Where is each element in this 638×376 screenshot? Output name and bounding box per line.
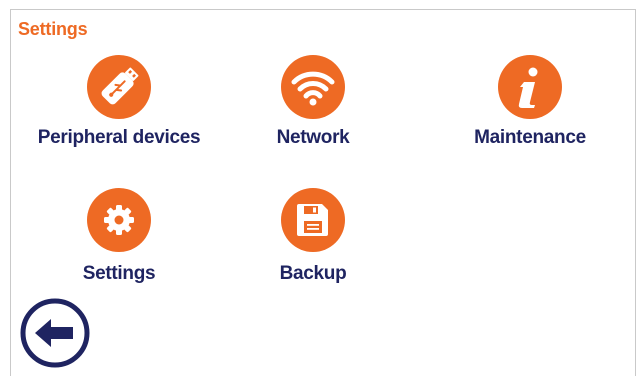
usb-stick-icon	[87, 55, 151, 119]
settings-screen: Settings Peripheral devices Network Main…	[10, 9, 636, 376]
floppy-disk-icon	[281, 188, 345, 252]
wifi-icon	[281, 55, 345, 119]
peripheral-devices-label: Peripheral devices	[37, 127, 201, 148]
maintenance-label: Maintenance	[474, 127, 586, 148]
maintenance-button[interactable]: Maintenance	[430, 55, 630, 165]
network-button[interactable]: Network	[213, 55, 413, 165]
arrow-left-icon	[20, 298, 90, 368]
backup-label: Backup	[279, 263, 347, 284]
settings-button[interactable]: Settings	[19, 188, 219, 298]
info-icon	[498, 55, 562, 119]
peripheral-devices-button[interactable]: Peripheral devices	[19, 55, 219, 165]
backup-button[interactable]: Backup	[213, 188, 413, 298]
gear-icon	[87, 188, 151, 252]
settings-label: Settings	[82, 263, 156, 284]
network-label: Network	[276, 127, 350, 148]
page-title: Settings	[18, 19, 88, 39]
back-button[interactable]	[19, 297, 91, 369]
